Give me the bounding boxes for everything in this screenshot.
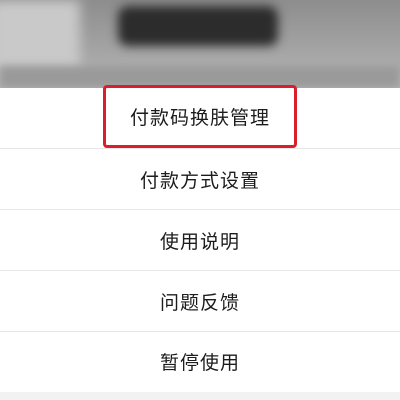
menu-item-feedback[interactable]: 问题反馈 (0, 271, 400, 331)
bottom-separator (0, 392, 400, 400)
menu-item-pause-use[interactable]: 暂停使用 (0, 331, 400, 391)
blurred-background-title (118, 6, 278, 46)
blurred-background (0, 0, 400, 88)
menu-item-label: 问题反馈 (159, 291, 240, 314)
menu-item-label: 付款方式设置 (139, 169, 260, 192)
menu-item-payment-method-settings[interactable]: 付款方式设置 (0, 149, 400, 209)
menu-item-instructions[interactable]: 使用说明 (0, 210, 400, 270)
menu-item-label: 使用说明 (159, 230, 240, 253)
menu-item-label: 暂停使用 (159, 351, 240, 374)
menu-item-skin-management[interactable]: 付款码换肤管理 (0, 86, 400, 146)
blurred-background-image (0, 0, 80, 70)
menu-item-label: 付款码换肤管理 (129, 106, 270, 129)
blurred-background-bar (0, 66, 400, 88)
